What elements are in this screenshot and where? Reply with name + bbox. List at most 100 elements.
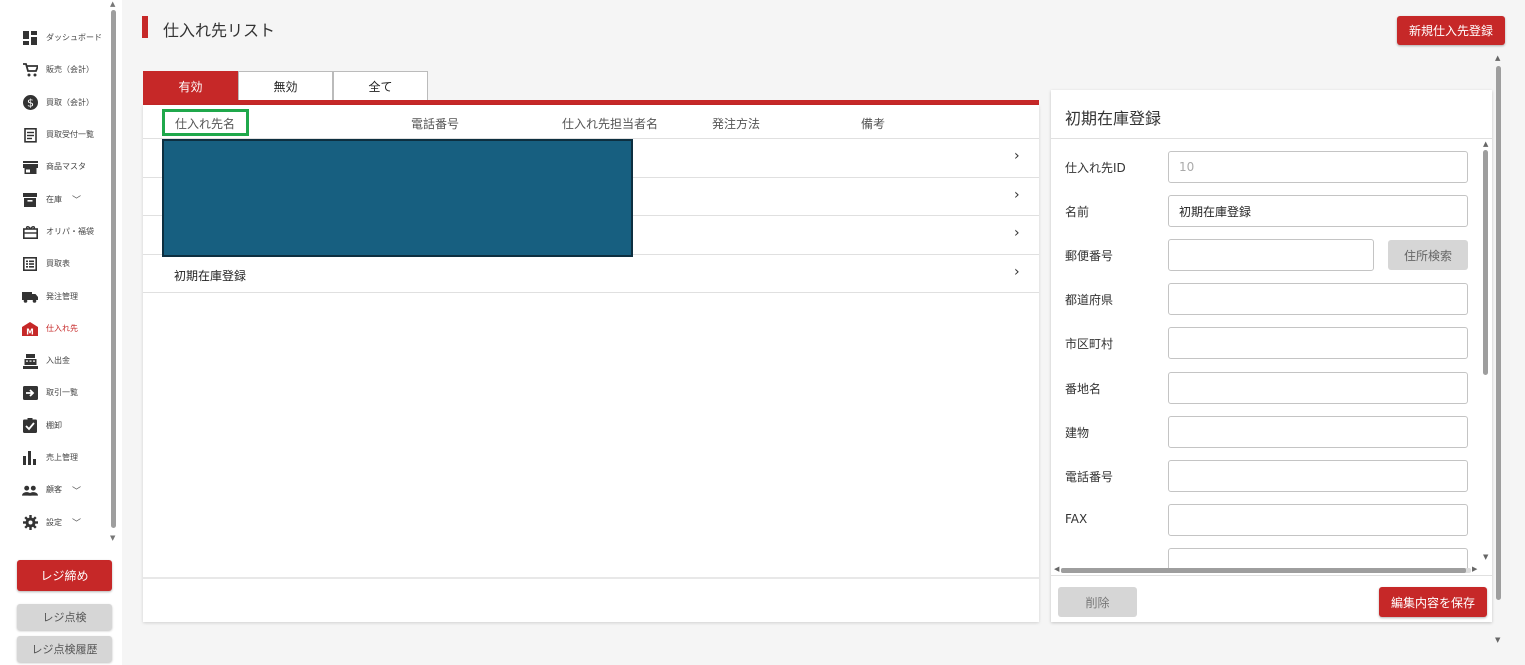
prefecture-label: 都道府県 — [1065, 293, 1114, 307]
sidebar-item-sales-management[interactable]: 売上管理 — [0, 442, 110, 474]
table-header: 仕入れ先名 電話番号 仕入れ先担当者名 発注方法 備考 — [143, 105, 1039, 139]
sidebar-item-oripa[interactable]: オリパ・福袋 — [0, 216, 110, 248]
sidebar-item-transactions[interactable]: 取引一覧 — [0, 377, 110, 409]
sidebar-item-dashboard[interactable]: ダッシュボード — [0, 22, 110, 54]
tab-inactive[interactable]: 無効 — [238, 71, 333, 101]
sidebar-item-label: 商品マスタ — [46, 162, 86, 172]
panel-scroll-left-icon[interactable]: ◀ — [1054, 565, 1059, 573]
sidebar-item-product-master[interactable]: 商品マスタ — [0, 151, 110, 183]
panel-divider — [1051, 575, 1492, 576]
fax-field[interactable] — [1168, 504, 1468, 536]
page-scroll-down-icon[interactable]: ▼ — [1495, 636, 1500, 644]
sidebar-item-sales[interactable]: 販売（会計） — [0, 54, 110, 86]
table-row[interactable]: 初期在庫登録 › — [143, 255, 1039, 293]
register-check-history-button[interactable]: レジ点検履歴 — [17, 636, 112, 662]
list-footer-divider — [143, 577, 1039, 579]
register-check-button[interactable]: レジ点検 — [17, 604, 112, 630]
sidebar-item-order-management[interactable]: 発注管理 — [0, 280, 110, 312]
page-title: 仕入れ先リスト — [163, 21, 276, 40]
sidebar-item-label: 買取表 — [46, 259, 70, 269]
sidebar-item-purchase-reception[interactable]: 買取受付一覧 — [0, 119, 110, 151]
name-label: 名前 — [1065, 205, 1090, 219]
sidebar-nav: ダッシュボード 販売（会計） $ 買取（会計） 買取受付一覧 商品マスタ 在庫 … — [0, 22, 110, 539]
people-icon — [22, 482, 38, 498]
address-search-button[interactable]: 住所検索 — [1388, 240, 1468, 270]
sidebar-item-label: 仕入れ先 — [46, 323, 78, 333]
receipt-icon — [22, 127, 38, 143]
sidebar-item-label: 在庫 — [46, 194, 62, 204]
scrollbar-thumb[interactable] — [1061, 568, 1466, 573]
sidebar-item-purchase[interactable]: $ 買取（会計） — [0, 87, 110, 119]
chevron-right-icon[interactable]: › — [1014, 264, 1020, 280]
prefecture-field[interactable] — [1168, 283, 1468, 315]
city-label: 市区町村 — [1065, 337, 1114, 351]
sidebar-scrollbar[interactable] — [111, 10, 116, 528]
city-field[interactable] — [1168, 327, 1468, 359]
chevron-down-icon[interactable]: ﹀ — [72, 484, 81, 497]
column-header-contact-person[interactable]: 仕入れ先担当者名 — [562, 115, 658, 132]
sidebar-item-settings[interactable]: 設定 ﹀ — [0, 506, 110, 538]
fax-label: FAX — [1065, 512, 1088, 526]
street-field[interactable] — [1168, 372, 1468, 404]
gear-icon — [22, 515, 38, 531]
gift-icon — [22, 224, 38, 240]
transaction-icon — [22, 385, 38, 401]
sidebar-item-cash-in-out[interactable]: 入出金 — [0, 345, 110, 377]
dollar-icon: $ — [22, 95, 38, 111]
highlight-box — [162, 109, 249, 136]
column-header-phone[interactable]: 電話番号 — [411, 115, 459, 132]
chevron-right-icon[interactable]: › — [1014, 187, 1020, 203]
close-register-button[interactable]: レジ締め — [17, 560, 112, 591]
chevron-down-icon[interactable]: ﹀ — [72, 193, 81, 206]
panel-scroll-down-icon[interactable]: ▼ — [1483, 553, 1488, 561]
sidebar-item-label: 顧客 — [46, 485, 62, 495]
sidebar-item-suppliers[interactable]: M 仕入れ先 — [0, 313, 110, 345]
chevron-down-icon[interactable]: ﹀ — [72, 516, 81, 529]
page-scrollbar[interactable] — [1496, 66, 1501, 600]
name-field[interactable]: 初期在庫登録 — [1168, 195, 1468, 227]
checklist-icon — [22, 418, 38, 434]
building-field[interactable] — [1168, 416, 1468, 448]
email-field[interactable] — [1168, 548, 1468, 569]
chevron-right-icon[interactable]: › — [1014, 225, 1020, 241]
title-accent-bar — [142, 16, 148, 38]
panel-scroll-up-icon[interactable]: ▲ — [1483, 140, 1488, 148]
page-scroll-up-icon[interactable]: ▲ — [1495, 54, 1500, 62]
supplier-id-field[interactable]: 10 — [1168, 151, 1468, 183]
chevron-right-icon[interactable]: › — [1014, 148, 1020, 164]
row-supplier-name: 初期在庫登録 — [174, 268, 247, 283]
postal-code-field[interactable] — [1168, 239, 1374, 271]
panel-scrollbar[interactable] — [1483, 150, 1488, 375]
delete-button[interactable]: 削除 — [1058, 587, 1137, 617]
svg-text:$: $ — [27, 97, 34, 110]
sidebar-item-label: ダッシュボード — [46, 33, 102, 43]
sidebar-item-stocktaking[interactable]: 棚卸 — [0, 410, 110, 442]
new-supplier-button[interactable]: 新規仕入先登録 — [1397, 16, 1505, 45]
column-header-notes[interactable]: 備考 — [861, 115, 885, 132]
svg-text:M: M — [26, 327, 33, 336]
supplier-icon: M — [22, 321, 38, 337]
store-icon — [22, 159, 38, 175]
sidebar-item-label: 入出金 — [46, 356, 70, 366]
panel-title: 初期在庫登録 — [1065, 109, 1162, 128]
sidebar-item-inventory[interactable]: 在庫 ﹀ — [0, 183, 110, 215]
phone-field[interactable] — [1168, 460, 1468, 492]
tab-all[interactable]: 全て — [333, 71, 428, 101]
sidebar-item-customers[interactable]: 顧客 ﹀ — [0, 474, 110, 506]
panel-scroll-right-icon[interactable]: ▶ — [1472, 565, 1477, 573]
sidebar-item-label: 取引一覧 — [46, 388, 78, 398]
sidebar-scroll-up-icon[interactable]: ▲ — [110, 0, 115, 8]
street-label: 番地名 — [1065, 382, 1102, 396]
sidebar-item-label: 売上管理 — [46, 453, 78, 462]
dashboard-icon — [22, 30, 38, 46]
sidebar-scroll-down-icon[interactable]: ▼ — [110, 534, 115, 542]
tab-active[interactable]: 有効 — [143, 71, 238, 101]
panel-horizontal-scrollbar[interactable] — [1061, 568, 1471, 573]
column-header-order-method[interactable]: 発注方法 — [712, 115, 760, 132]
building-label: 建物 — [1065, 426, 1090, 440]
panel-form: 仕入れ先ID 10 名前 初期在庫登録 郵便番号 住所検索 都道府県 市区町村 … — [1051, 139, 1492, 569]
sidebar-item-purchase-table[interactable]: 買取表 — [0, 248, 110, 280]
redaction-box — [162, 139, 633, 257]
sidebar-item-label: 販売（会計） — [46, 65, 94, 75]
save-button[interactable]: 編集内容を保存 — [1379, 587, 1487, 617]
